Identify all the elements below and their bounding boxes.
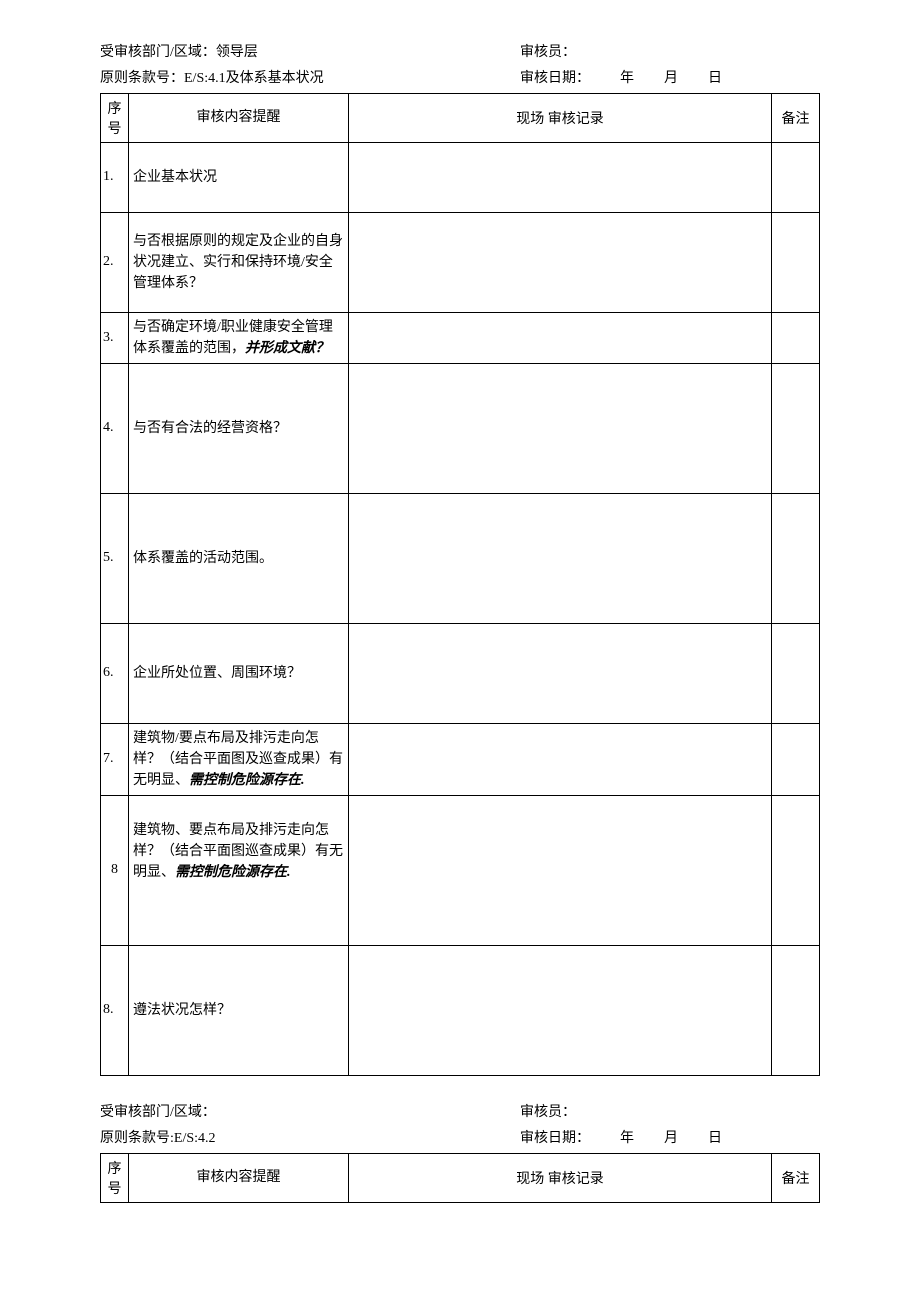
auditor-label: 审核员： (520, 42, 576, 64)
audit-table-2: 序号 审核内容提醒 现场 审核记录 备注 (100, 1153, 820, 1203)
cell-record (349, 363, 772, 493)
th-content: 审核内容提醒 (129, 1153, 349, 1202)
cell-record (349, 795, 772, 945)
cell-content: 与否根据原则的规定及企业的自身状况建立、实行和保持环境/安全管理体系？ (129, 212, 349, 312)
cell-idx: 2. (101, 212, 129, 312)
cell-record (349, 312, 772, 363)
cell-content: 企业基本状况 (129, 142, 349, 212)
cell-idx: 7. (101, 723, 129, 795)
cell-content: 建筑物/要点布局及排污走向怎样？（结合平面图及巡查成果）有无明显、需控制危险源存… (129, 723, 349, 795)
cell-note (772, 312, 820, 363)
clause-value: E/S:4.2 (174, 1131, 216, 1146)
date-label: 审核日期： (520, 68, 590, 90)
day-unit: 日 (708, 1128, 722, 1150)
audit-section-1: 受审核部门/区域：领导层 审核员： 原则条款号：E/S:4.1及体系基本状况 审… (100, 40, 820, 1076)
cell-idx: 1. (101, 142, 129, 212)
cell-note (772, 945, 820, 1075)
table-row: 4. 与否有合法的经营资格？ (101, 363, 820, 493)
cell-note (772, 212, 820, 312)
cell-idx: 8. (101, 945, 129, 1075)
table-row: 6. 企业所处位置、周围环境？ (101, 623, 820, 723)
table-row: 2. 与否根据原则的规定及企业的自身状况建立、实行和保持环境/安全管理体系？ (101, 212, 820, 312)
cell-note (772, 142, 820, 212)
dept-label: 受审核部门/区域： (100, 45, 216, 60)
header-row-2: 原则条款号：E/S:4.1及体系基本状况 审核日期： 年 月 日 (100, 66, 820, 92)
table-row: 7. 建筑物/要点布局及排污走向怎样？（结合平面图及巡查成果）有无明显、需控制危… (101, 723, 820, 795)
month-unit: 月 (664, 68, 678, 90)
cell-note (772, 723, 820, 795)
year-unit: 年 (620, 1128, 634, 1150)
dept-value: 领导层 (216, 45, 258, 60)
year-unit: 年 (620, 68, 634, 90)
cell-content: 与否有合法的经营资格？ (129, 363, 349, 493)
date-label: 审核日期： (520, 1128, 590, 1150)
cell-idx: 4. (101, 363, 129, 493)
cell-idx: 8 (101, 795, 129, 945)
table-header-row: 序号 审核内容提醒 现场 审核记录 备注 (101, 93, 820, 142)
th-content: 审核内容提醒 (129, 93, 349, 142)
table-row: 3. 与否确定环境/职业健康安全管理体系覆盖的范围，并形成文献？ (101, 312, 820, 363)
cell-content: 企业所处位置、周围环境？ (129, 623, 349, 723)
cell-record (349, 212, 772, 312)
cell-content: 与否确定环境/职业健康安全管理体系覆盖的范围，并形成文献？ (129, 312, 349, 363)
section-gap (100, 1076, 820, 1100)
clause-label: 原则条款号： (100, 71, 184, 86)
table-header-row: 序号 审核内容提醒 现场 审核记录 备注 (101, 1153, 820, 1202)
table-row: 5. 体系覆盖的活动范围。 (101, 493, 820, 623)
cell-note (772, 363, 820, 493)
th-record: 现场 审核记录 (349, 1153, 772, 1202)
clause-value: E/S:4.1及体系基本状况 (184, 71, 324, 86)
table-row: 8. 遵法状况怎样？ (101, 945, 820, 1075)
cell-record (349, 945, 772, 1075)
dept-label: 受审核部门/区域： (100, 1105, 216, 1120)
cell-record (349, 142, 772, 212)
cell-record (349, 623, 772, 723)
audit-table-1: 序号 审核内容提醒 现场 审核记录 备注 1. 企业基本状况 2. 与否根据原则… (100, 93, 820, 1076)
cell-idx: 5. (101, 493, 129, 623)
header-row-1: 受审核部门/区域： 审核员： (100, 1100, 820, 1126)
th-index: 序号 (101, 1153, 129, 1202)
th-note: 备注 (772, 1153, 820, 1202)
header-row-2: 原则条款号:E/S:4.2 审核日期： 年 月 日 (100, 1126, 820, 1152)
cell-note (772, 623, 820, 723)
audit-section-2: 受审核部门/区域： 审核员： 原则条款号:E/S:4.2 审核日期： 年 月 日… (100, 1100, 820, 1203)
cell-record (349, 723, 772, 795)
day-unit: 日 (708, 68, 722, 90)
cell-content: 遵法状况怎样？ (129, 945, 349, 1075)
month-unit: 月 (664, 1128, 678, 1150)
th-note: 备注 (772, 93, 820, 142)
cell-content: 建筑物、要点布局及排污走向怎样？（结合平面图巡查成果）有无明显、需控制危险源存在… (129, 795, 349, 945)
cell-note (772, 493, 820, 623)
th-record: 现场 审核记录 (349, 93, 772, 142)
cell-note (772, 795, 820, 945)
cell-record (349, 493, 772, 623)
cell-idx: 3. (101, 312, 129, 363)
cell-idx: 6. (101, 623, 129, 723)
auditor-label: 审核员： (520, 1102, 576, 1124)
clause-label: 原则条款号: (100, 1131, 174, 1146)
header-row-1: 受审核部门/区域：领导层 审核员： (100, 40, 820, 66)
table-row: 8 建筑物、要点布局及排污走向怎样？（结合平面图巡查成果）有无明显、需控制危险源… (101, 795, 820, 945)
th-index: 序号 (101, 93, 129, 142)
table-row: 1. 企业基本状况 (101, 142, 820, 212)
cell-content: 体系覆盖的活动范围。 (129, 493, 349, 623)
